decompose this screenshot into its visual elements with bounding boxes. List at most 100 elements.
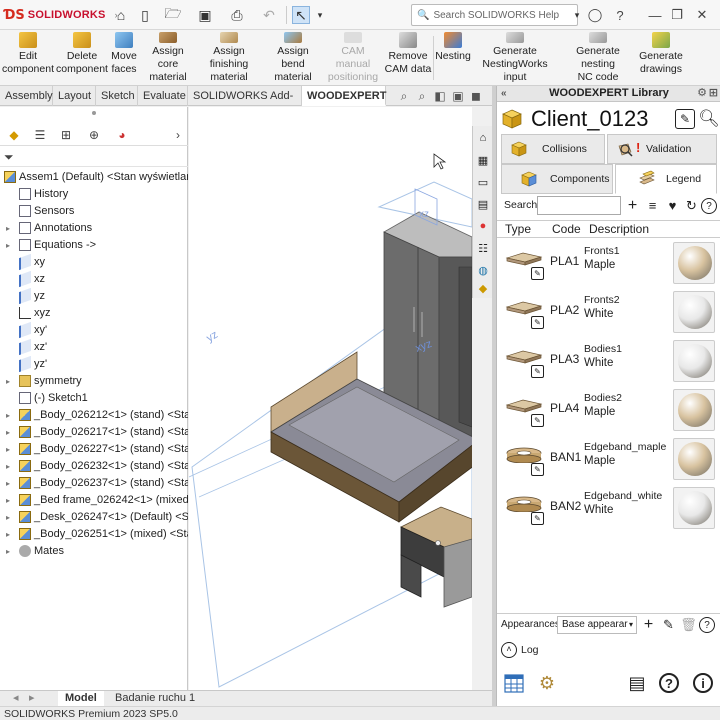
add-appearance-icon[interactable]: + <box>639 615 658 634</box>
tab-legend[interactable]: Legend <box>615 164 717 194</box>
tab-assembly[interactable]: Assembly <box>0 86 53 106</box>
material-swatch[interactable] <box>673 340 715 382</box>
remove-cam-data-button[interactable]: Remove CAM data <box>384 32 432 84</box>
woodexpert-library-icon[interactable]: ◆ <box>475 280 491 296</box>
tree-item[interactable]: (-) Sketch1 <box>0 390 188 407</box>
expand-panel-icon[interactable]: › <box>170 127 186 143</box>
select-cursor-icon[interactable]: ↖ <box>292 6 310 24</box>
help-circle-icon[interactable]: ? <box>701 198 717 214</box>
tree-item[interactable]: ▸ _Body_026251<1> (mixed) <Stan w <box>0 526 188 543</box>
expand-arrow-icon[interactable]: ▸ <box>4 492 12 509</box>
generate-nesting-nc-code-button[interactable]: Generate nesting NC code <box>560 32 636 84</box>
dimxpert-icon[interactable]: ⊕ <box>86 127 102 143</box>
add-icon[interactable]: + <box>623 196 642 215</box>
minimize-icon[interactable]: — <box>645 5 665 25</box>
legend-row-pla1[interactable]: ✎ PLA1 Fronts1 Maple <box>497 239 720 288</box>
scroll-left-icon[interactable]: ◂ <box>6 691 20 707</box>
tab-collisions[interactable]: Collisions <box>501 134 605 164</box>
expand-arrow-icon[interactable]: ▸ <box>4 407 12 424</box>
tree-item[interactable]: yz' <box>0 356 188 373</box>
search-client-button[interactable]: 🔍︎ <box>698 109 720 129</box>
legend-row-pla4[interactable]: ✎ PLA4 Bodies2 Maple <box>497 386 720 435</box>
tree-item[interactable]: ▸ _Body_026232<1> (stand) <Stan w <box>0 458 188 475</box>
tab-model[interactable]: Model <box>58 691 104 707</box>
tree-item[interactable]: ▸ symmetry <box>0 373 188 390</box>
edit-appearance-icon[interactable]: ✎ <box>659 615 678 634</box>
solidworks-resources-icon[interactable]: ⌂ <box>475 130 491 146</box>
undo-icon[interactable]: ↶ <box>260 6 278 24</box>
tab-solidworks-add-ins[interactable]: SOLIDWORKS Add-Ins <box>188 86 302 122</box>
help-icon[interactable]: ? <box>659 673 679 693</box>
expand-arrow-icon[interactable]: ▸ <box>4 373 12 390</box>
property-manager-icon[interactable]: ☰ <box>32 127 48 143</box>
tree-item[interactable]: xz <box>0 271 188 288</box>
search-dropdown-icon[interactable]: ▾ <box>568 6 586 24</box>
tree-item[interactable]: yz <box>0 288 188 305</box>
configuration-manager-icon[interactable]: ⊞ <box>58 127 74 143</box>
forum-icon[interactable]: ◍ <box>475 262 491 278</box>
edit-client-button[interactable]: ✎ <box>675 109 695 129</box>
material-swatch[interactable] <box>673 242 715 284</box>
user-account-icon[interactable]: ◯ <box>585 5 605 25</box>
edit-material-icon[interactable]: ✎ <box>531 267 544 280</box>
generate-nestingworks-input-button[interactable]: Generate NestingWorks input <box>472 32 558 84</box>
spreadsheet-icon[interactable] <box>503 671 527 695</box>
delete-component-button[interactable]: Delete component <box>56 32 108 84</box>
scroll-right-icon[interactable]: ▸ <box>22 691 36 707</box>
delete-appearance-icon[interactable]: 🗑︎ <box>679 615 698 634</box>
tree-item[interactable]: History <box>0 186 188 203</box>
appearances-icon[interactable]: ● <box>475 218 491 234</box>
nesting-button[interactable]: Nesting <box>435 32 471 84</box>
tree-item[interactable]: ▸ _Bed frame_026242<1> (mixed) <S <box>0 492 188 509</box>
custom-properties-icon[interactable]: ☷ <box>475 240 491 256</box>
assign-core-material-button[interactable]: Assign core material <box>142 32 194 84</box>
log-toggle[interactable]: ˄ Log <box>501 642 539 658</box>
tab-motion-study[interactable]: Badanie ruchu 1 <box>108 691 202 707</box>
view-palette-icon[interactable]: ▤ <box>475 196 491 212</box>
restore-icon[interactable]: ❐ <box>667 5 687 25</box>
edit-material-icon[interactable]: ✎ <box>531 463 544 476</box>
add-list-icon[interactable]: ≡ <box>643 196 662 215</box>
tab-layout[interactable]: Layout <box>53 86 96 106</box>
expand-arrow-icon[interactable]: ▸ <box>4 441 12 458</box>
gear-settings-icon[interactable]: ⚙ <box>535 671 559 695</box>
favorite-heart-icon[interactable]: ♥ <box>663 196 682 215</box>
select-dropdown-icon[interactable]: ▾ <box>311 6 329 24</box>
expand-arrow-icon[interactable]: ▸ <box>4 424 12 441</box>
filter-icon[interactable]: ⏷ <box>4 150 14 165</box>
tree-item[interactable]: ▸ Mates <box>0 543 188 560</box>
open-folder-icon[interactable]: 🗁 <box>164 5 182 24</box>
solidworks-logo[interactable]: ƊS SOLIDWORKS › <box>4 6 118 24</box>
expand-arrow-icon[interactable]: ▸ <box>4 526 12 543</box>
expand-arrow-icon[interactable]: ▸ <box>4 220 12 237</box>
settings-icon[interactable]: ⚙ <box>697 86 707 101</box>
tab-components[interactable]: Components <box>501 164 613 194</box>
tab-sketch[interactable]: Sketch <box>96 86 138 106</box>
help-search-input[interactable]: 🔍 Search SOLIDWORKS Help <box>411 4 578 26</box>
appearance-select[interactable]: Base appearar ▾ <box>557 616 637 634</box>
material-swatch[interactable] <box>673 291 715 333</box>
tree-item[interactable]: Sensors <box>0 203 188 220</box>
tree-item[interactable]: ▸ _Body_026227<1> (stand) <Stan w <box>0 441 188 458</box>
tree-item[interactable]: ▸ _Body_026237<1> (stand) <Stan w <box>0 475 188 492</box>
expand-arrow-icon[interactable]: ▸ <box>4 458 12 475</box>
feature-tree-icon[interactable]: ◆ <box>6 127 22 143</box>
panel-grip[interactable] <box>92 111 96 115</box>
save-icon[interactable]: ▣ <box>196 6 214 24</box>
legend-row-pla3[interactable]: ✎ PLA3 Bodies1 White <box>497 337 720 386</box>
edit-material-icon[interactable]: ✎ <box>531 365 544 378</box>
display-manager-icon[interactable]: ◕ <box>114 127 130 143</box>
tree-root-assembly[interactable]: Assem1 (Default) <Stan wyświetlania- <box>0 169 188 186</box>
section-view-icon[interactable]: ◧ <box>432 88 448 104</box>
expand-arrow-icon[interactable]: ▸ <box>4 509 12 526</box>
home-icon[interactable]: ⌂ <box>112 6 130 24</box>
zoom-to-fit-icon[interactable]: ⌕ <box>396 88 412 104</box>
cam-manual-positioning-button[interactable]: CAM manual positioning <box>326 32 380 84</box>
edit-material-icon[interactable]: ✎ <box>531 414 544 427</box>
expand-arrow-icon[interactable]: ▸ <box>4 543 12 560</box>
tree-item[interactable]: xyz <box>0 305 188 322</box>
edit-component-button[interactable]: Edit component <box>2 32 54 84</box>
document-icon[interactable]: ▤ <box>625 671 649 695</box>
tab-evaluate[interactable]: Evaluate <box>138 86 188 106</box>
legend-row-pla2[interactable]: ✎ PLA2 Fronts2 White <box>497 288 720 337</box>
